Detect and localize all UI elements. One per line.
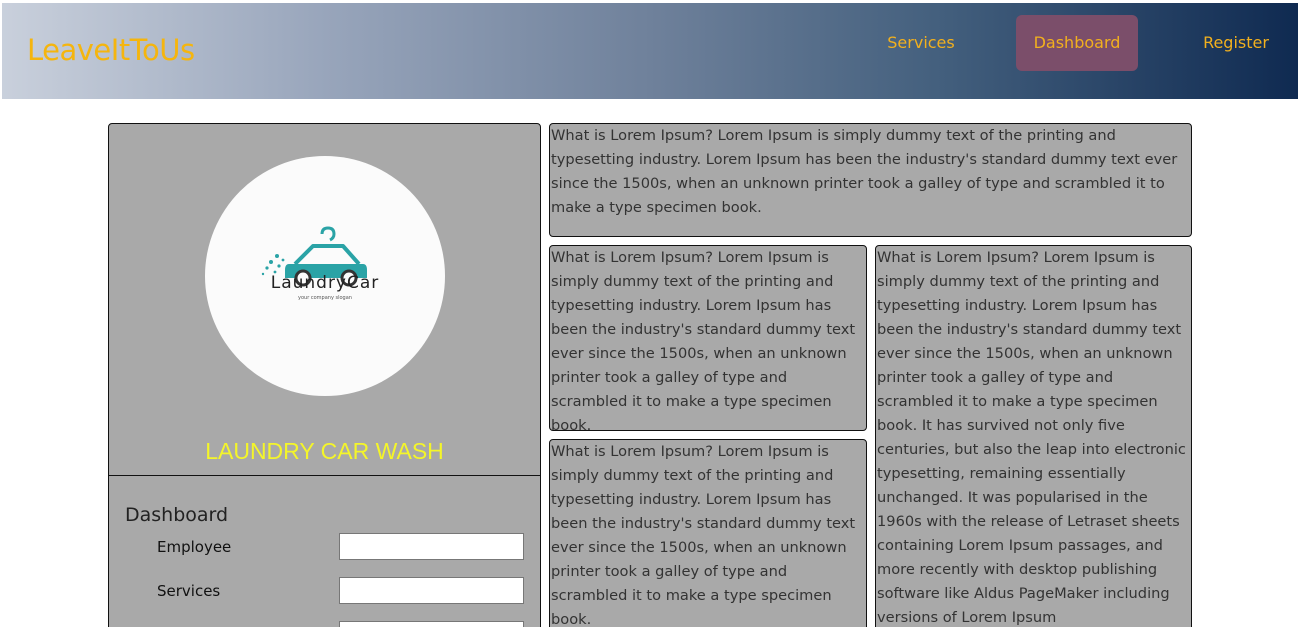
services-input[interactable] <box>339 577 524 604</box>
info-text-bottom-left: What is Lorem Ipsum? Lorem Ipsum is simp… <box>549 439 867 627</box>
info-text-middle-left: What is Lorem Ipsum? Lorem Ipsum is simp… <box>549 245 867 431</box>
company-profile-card: LaundryCar your company slogan LAUNDRY C… <box>108 123 541 477</box>
brand-logo-text[interactable]: LeaveItToUs <box>27 33 195 67</box>
nav-register-link[interactable]: Register <box>1188 15 1284 71</box>
company-name-heading: LAUNDRY CAR WASH <box>205 438 444 464</box>
nav-dashboard-link[interactable]: Dashboard <box>1016 15 1138 71</box>
nav-services-link[interactable]: Services <box>872 15 970 71</box>
logo-wordmark: LaundryCar <box>270 273 380 293</box>
employee-input[interactable] <box>339 533 524 560</box>
top-navbar: LeaveItToUs Services Dashboard Register <box>2 3 1298 99</box>
dashboard-title: Dashboard <box>125 504 229 526</box>
dashboard-panel: Dashboard Employee Services <box>108 476 541 627</box>
employee-label: Employee <box>157 538 232 556</box>
services-label: Services <box>157 582 221 600</box>
info-text-top: What is Lorem Ipsum? Lorem Ipsum is simp… <box>549 123 1192 237</box>
info-text-right: What is Lorem Ipsum? Lorem Ipsum is simp… <box>875 245 1192 627</box>
company-logo: LaundryCar your company slogan <box>205 156 445 396</box>
third-input[interactable] <box>339 621 524 627</box>
logo-slogan: your company slogan <box>298 295 352 301</box>
car-hanger-icon <box>261 226 367 287</box>
